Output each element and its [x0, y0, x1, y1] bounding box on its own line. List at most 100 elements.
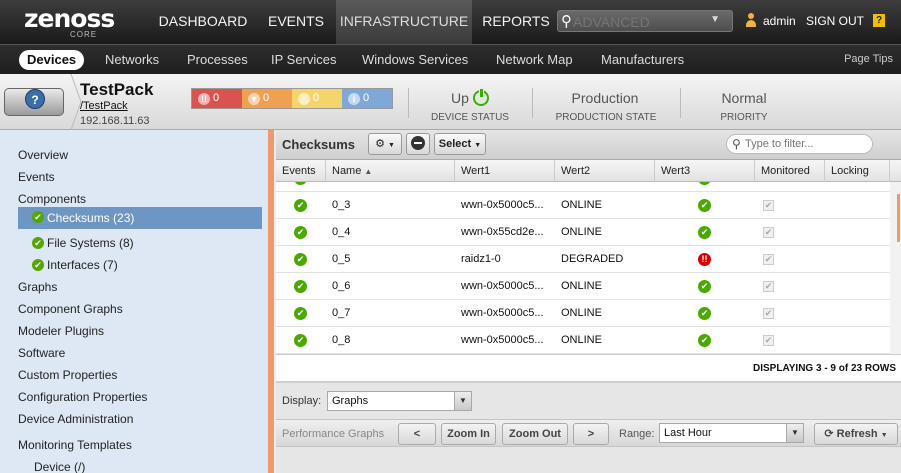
info-count: 0	[363, 92, 370, 104]
subnav-ip-services[interactable]: IP Services	[271, 45, 337, 75]
sidebar-item-monitoring-templates[interactable]: Monitoring Templates	[18, 434, 132, 456]
monitored-checkbox[interactable]: ✔	[763, 200, 774, 211]
table-row[interactable]: ✔ 0_8 wwn-0x5000c5... ONLINE ✔ ✔	[276, 327, 890, 354]
sign-out-link[interactable]: SIGN OUT	[806, 14, 864, 28]
ok-status-icon: ✔	[294, 334, 307, 347]
critical-events[interactable]: !! 0	[192, 89, 242, 108]
table-row[interactable]: ✔ 0_4 wwn-0x55cd2e... ONLINE ✔ ✔	[276, 219, 890, 246]
column-name[interactable]: Name ▲	[326, 160, 455, 182]
performance-graphs-label: Performance Graphs	[282, 428, 385, 440]
monitored-checkbox[interactable]: ✔	[763, 335, 774, 346]
divider	[532, 88, 533, 118]
table-header: Events Name ▲ Wert1 Wert2 Wert3 Monitore…	[276, 160, 901, 182]
search-box[interactable]: ⚲ ▼	[557, 10, 733, 32]
sidebar-item-graphs[interactable]: Graphs	[18, 276, 57, 298]
splitter-handle[interactable]	[268, 130, 274, 473]
paging-bar: DISPLAYING 3 - 9 of 23 ROWS	[276, 354, 901, 381]
filter-input[interactable]	[745, 137, 867, 151]
user-link[interactable]: admin	[763, 14, 796, 28]
help-icon[interactable]: ?	[873, 14, 885, 27]
sidebar-item-label: Interfaces (7)	[47, 258, 118, 272]
previous-button[interactable]: <	[398, 423, 436, 445]
select-menu-button[interactable]: Select ▼	[434, 133, 486, 155]
sidebar-item-software[interactable]: Software	[18, 342, 65, 364]
warning-icon: △	[298, 93, 310, 105]
critical-icon: !!	[198, 93, 210, 105]
device-path-link[interactable]: /TestPack	[80, 100, 128, 112]
subnav-networks[interactable]: Networks	[105, 45, 159, 75]
column-wert1[interactable]: Wert1	[455, 160, 555, 182]
nav-events[interactable]: EVENTS	[258, 0, 334, 44]
zoom-in-button[interactable]: Zoom In	[441, 423, 496, 445]
range-select[interactable]: Last Hour ▼	[659, 423, 804, 443]
search-input[interactable]	[573, 13, 703, 30]
monitored-checkbox[interactable]: ✔	[763, 254, 774, 265]
subnav-devices[interactable]: Devices	[19, 50, 85, 70]
monitored-checkbox[interactable]: ✔	[763, 308, 774, 319]
delete-button[interactable]	[406, 133, 430, 155]
event-severity-bar[interactable]: !! 0 ▼ 0 △ 0 i0	[191, 88, 393, 109]
zoom-out-button[interactable]: Zoom Out	[502, 423, 568, 445]
column-monitored[interactable]: Monitored	[755, 160, 825, 182]
select-label: Select	[438, 138, 472, 150]
nav-infrastructure[interactable]: INFRASTRUCTURE	[336, 0, 472, 44]
subnav-windows-services[interactable]: Windows Services	[362, 45, 468, 75]
sidebar-item-checksums[interactable]: ✔ Checksums (23)	[18, 207, 262, 229]
nav-dashboard[interactable]: DASHBOARD	[150, 0, 256, 44]
logo-sub: CORE	[70, 30, 98, 39]
sidebar-item-device-template[interactable]: Device (/)	[34, 456, 85, 473]
column-events[interactable]: Events	[276, 160, 326, 182]
monitored-checkbox[interactable]: ✔	[763, 227, 774, 238]
filter-box[interactable]: ⚲	[726, 134, 873, 154]
production-state-value[interactable]: Production	[550, 90, 660, 106]
scrollbar-thumb[interactable]	[897, 194, 900, 242]
priority-label: PRIORITY	[720, 112, 768, 123]
sidebar-item-component-graphs[interactable]: Component Graphs	[18, 298, 123, 320]
graph-toolbar: Performance Graphs < Zoom In Zoom Out > …	[276, 419, 901, 447]
sidebar-item-custom-properties[interactable]: Custom Properties	[18, 364, 117, 386]
column-wert3[interactable]: Wert3	[655, 160, 755, 182]
chevron-down-icon[interactable]: ▼	[454, 392, 471, 410]
table-row[interactable]: ✔ 0_3 wwn-0x5000c5... ONLINE ✔ ✔	[276, 192, 890, 219]
cell-wert2: DEGRADED	[561, 253, 624, 265]
sidebar-item-file-systems[interactable]: ✔ File Systems (8)	[32, 232, 134, 254]
ok-status-icon: ✔	[294, 226, 307, 239]
table-row[interactable]: ✔ ✔	[276, 182, 890, 192]
table-scrollbar[interactable]	[890, 182, 901, 354]
chevron-down-icon[interactable]: ▼	[786, 424, 803, 442]
graph-panel: Display: Graphs ▼ Performance Graphs < Z…	[276, 381, 901, 473]
display-select[interactable]: Graphs ▼	[327, 391, 472, 411]
ok-status-icon: ✔	[294, 253, 307, 266]
chevron-down-icon[interactable]: ▼	[710, 14, 720, 25]
sidebar-item-modeler-plugins[interactable]: Modeler Plugins	[18, 320, 104, 342]
check-icon: ✔	[32, 211, 44, 223]
gear-menu-button[interactable]: ⚙ ▼	[368, 133, 402, 155]
warning-count: 0	[313, 92, 320, 104]
sidebar-item-device-administration[interactable]: Device Administration	[18, 408, 133, 430]
cell-name: 0_4	[332, 226, 351, 238]
monitored-checkbox[interactable]: ✔	[763, 281, 774, 292]
table-row[interactable]: ✔ 0_6 wwn-0x5000c5... ONLINE ✔ ✔	[276, 273, 890, 300]
sidebar-item-overview[interactable]: Overview	[18, 144, 68, 166]
refresh-button[interactable]: ⟳ Refresh ▼	[814, 423, 898, 445]
sidebar-item-events[interactable]: Events	[18, 166, 55, 188]
cell-name: 0_5	[332, 253, 351, 265]
sidebar-item-interfaces[interactable]: ✔ Interfaces (7)	[32, 254, 118, 276]
table-row[interactable]: ✔ 0_5 raidz1-0 DEGRADED !! ✔	[276, 246, 890, 273]
subnav-manufacturers[interactable]: Manufacturers	[601, 45, 684, 75]
warning-events[interactable]: △ 0	[292, 89, 342, 108]
error-events[interactable]: ▼ 0	[242, 89, 292, 108]
info-events[interactable]: i0	[342, 89, 392, 108]
table-row[interactable]: ✔ 0_7 wwn-0x5000c5... ONLINE ✔ ✔	[276, 300, 890, 327]
priority-value[interactable]: Normal	[704, 90, 784, 106]
column-locking[interactable]: Locking	[825, 160, 890, 182]
subnav-processes[interactable]: Processes	[187, 45, 248, 75]
paging-status: DISPLAYING 3 - 9 of 23 ROWS	[753, 363, 896, 374]
column-wert2[interactable]: Wert2	[555, 160, 655, 182]
page-tips-link[interactable]: Page Tips	[844, 53, 893, 65]
zenoss-logo[interactable]: zenoss CORE	[6, 0, 146, 44]
nav-reports[interactable]: REPORTS	[474, 0, 558, 44]
sidebar-item-configuration-properties[interactable]: Configuration Properties	[18, 386, 147, 408]
next-button[interactable]: >	[573, 423, 609, 445]
subnav-network-map[interactable]: Network Map	[496, 45, 573, 75]
